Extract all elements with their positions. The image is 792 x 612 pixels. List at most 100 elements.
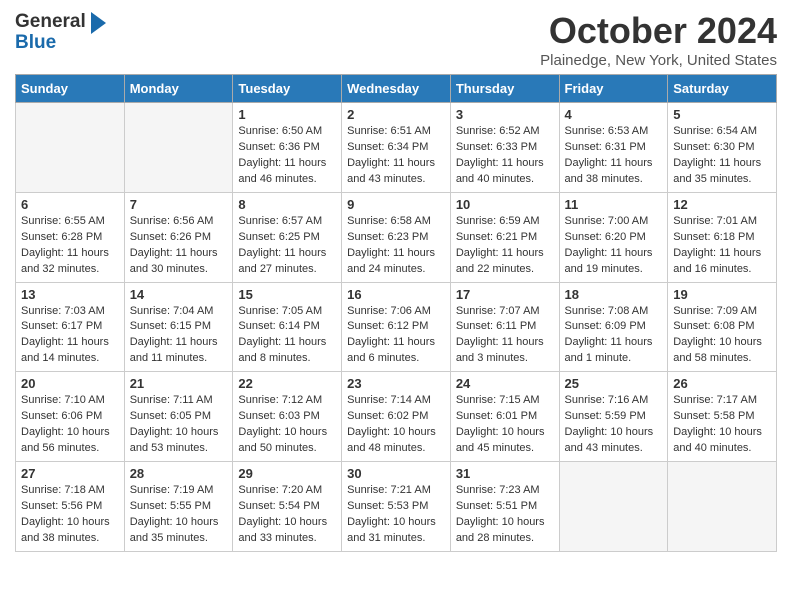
sunset-text: Sunset: 5:56 PM [21, 500, 102, 512]
col-thursday: Thursday [450, 75, 559, 103]
calendar-week-4: 27Sunrise: 7:18 AMSunset: 5:56 PMDayligh… [16, 462, 777, 552]
daylight-text: Daylight: 10 hours and 33 minutes. [238, 516, 327, 544]
day-number: 22 [238, 376, 336, 391]
calendar-cell: 21Sunrise: 7:11 AMSunset: 6:05 PMDayligh… [124, 372, 233, 462]
calendar-cell: 4Sunrise: 6:53 AMSunset: 6:31 PMDaylight… [559, 103, 668, 193]
calendar-week-3: 20Sunrise: 7:10 AMSunset: 6:06 PMDayligh… [16, 372, 777, 462]
calendar-week-0: 1 Sunrise: 6:50 AMSunset: 6:36 PMDaylight… [16, 103, 777, 193]
sunrise-text: Sunrise: 7:06 AM [347, 305, 431, 317]
sunrise-text: Sunrise: 6:56 AM [130, 215, 214, 227]
daylight-text: Daylight: 10 hours and 31 minutes. [347, 516, 436, 544]
daylight-text: Daylight: 11 hours and 14 minutes. [21, 336, 109, 364]
calendar-cell: 2Sunrise: 6:51 AMSunset: 6:34 PMDaylight… [342, 103, 451, 193]
sunrise-text: Sunrise: 7:18 AM [21, 484, 105, 496]
day-info: Sunrise: 7:11 AMSunset: 6:05 PMDaylight:… [130, 393, 228, 457]
page-container: General Blue October 2024 Plainedge, New… [0, 0, 792, 567]
sunrise-text: Sunrise: 7:07 AM [456, 305, 540, 317]
sunrise-text: Sunrise: 7:05 AM [238, 305, 322, 317]
daylight-text: Daylight: 11 hours and 8 minutes. [238, 336, 326, 364]
day-number: 10 [456, 197, 554, 212]
col-monday: Monday [124, 75, 233, 103]
col-sunday: Sunday [16, 75, 125, 103]
day-number: 1 [238, 107, 336, 122]
calendar-cell [124, 103, 233, 193]
sunrise-text: Sunrise: 6:55 AM [21, 215, 105, 227]
sunset-text: Sunset: 6:02 PM [347, 410, 428, 422]
sunset-text: Sunset: 6:28 PM [21, 231, 102, 243]
sunrise-text: Sunrise: 6:53 AM [565, 125, 649, 137]
day-number: 18 [565, 287, 663, 302]
day-info: Sunrise: 6:58 AMSunset: 6:23 PMDaylight:… [347, 214, 445, 278]
day-info: Sunrise: 6:51 AMSunset: 6:34 PMDaylight:… [347, 124, 445, 188]
sunset-text: Sunset: 5:55 PM [130, 500, 211, 512]
sunset-text: Sunset: 6:26 PM [130, 231, 211, 243]
day-number: 21 [130, 376, 228, 391]
sunset-text: Sunset: 5:53 PM [347, 500, 428, 512]
sunrise-text: Sunrise: 7:21 AM [347, 484, 431, 496]
daylight-text: Daylight: 10 hours and 28 minutes. [456, 516, 545, 544]
day-number: 13 [21, 287, 119, 302]
sunset-text: Sunset: 5:59 PM [565, 410, 646, 422]
sunrise-text: Sunrise: 7:12 AM [238, 394, 322, 406]
sunrise-text: Sunrise: 7:09 AM [673, 305, 757, 317]
col-tuesday: Tuesday [233, 75, 342, 103]
sunset-text: Sunset: 6:12 PM [347, 320, 428, 332]
month-title: October 2024 [540, 10, 777, 52]
sunrise-text: Sunrise: 7:00 AM [565, 215, 649, 227]
sunrise-text: Sunrise: 7:15 AM [456, 394, 540, 406]
calendar-cell: 1 Sunrise: 6:50 AMSunset: 6:36 PMDaylight… [233, 103, 342, 193]
daylight-text: Daylight: 11 hours and 32 minutes. [21, 247, 109, 275]
sunset-text: Sunset: 6:23 PM [347, 231, 428, 243]
calendar-cell: 15Sunrise: 7:05 AMSunset: 6:14 PMDayligh… [233, 282, 342, 372]
day-info: Sunrise: 6:50 AMSunset: 6:36 PMDaylight:… [238, 124, 336, 188]
logo-line2: Blue [15, 32, 106, 55]
sunrise-text: Sunrise: 7:08 AM [565, 305, 649, 317]
sunset-text: Sunset: 5:58 PM [673, 410, 754, 422]
day-info: Sunrise: 6:59 AMSunset: 6:21 PMDaylight:… [456, 214, 554, 278]
sunset-text: Sunset: 6:14 PM [238, 320, 319, 332]
sunset-text: Sunset: 6:17 PM [21, 320, 102, 332]
logo-text-block: General Blue [15, 10, 106, 55]
sunrise-text: Sunrise: 7:11 AM [130, 394, 213, 406]
day-info: Sunrise: 7:23 AMSunset: 5:51 PMDaylight:… [456, 483, 554, 547]
day-info: Sunrise: 7:15 AMSunset: 6:01 PMDaylight:… [456, 393, 554, 457]
sunrise-text: Sunrise: 7:17 AM [673, 394, 757, 406]
calendar-cell: 31Sunrise: 7:23 AMSunset: 5:51 PMDayligh… [450, 462, 559, 552]
sunrise-text: Sunrise: 7:03 AM [21, 305, 105, 317]
daylight-text: Daylight: 10 hours and 38 minutes. [21, 516, 110, 544]
daylight-text: Daylight: 11 hours and 27 minutes. [238, 247, 326, 275]
day-info: Sunrise: 7:19 AMSunset: 5:55 PMDaylight:… [130, 483, 228, 547]
day-info: Sunrise: 7:10 AMSunset: 6:06 PMDaylight:… [21, 393, 119, 457]
col-saturday: Saturday [668, 75, 777, 103]
calendar-week-2: 13 Sunrise: 7:03 AM Sunset: 6:17 PM Dayligh… [16, 282, 777, 372]
calendar-table: Sunday Monday Tuesday Wednesday Thursday… [15, 74, 777, 552]
day-number: 6 [21, 197, 119, 212]
day-info: Sunrise: 6:55 AM Sunset: 6:28 PM Daylight:… [21, 214, 119, 278]
sunset-text: Sunset: 6:30 PM [673, 141, 754, 153]
sunset-text: Sunset: 6:05 PM [130, 410, 211, 422]
day-info: Sunrise: 7:21 AM Sunset: 5:53 PM Daylight:… [347, 483, 445, 547]
daylight-text: Daylight: 11 hours and 16 minutes. [673, 247, 761, 275]
sunset-text: Sunset: 6:18 PM [673, 231, 754, 243]
day-info: Sunrise: 7:14 AMSunset: 6:02 PMDaylight:… [347, 393, 445, 457]
day-number: 23 [347, 376, 445, 391]
daylight-text: Daylight: 11 hours and 40 minutes. [456, 157, 544, 185]
sunrise-text: Sunrise: 7:04 AM [130, 305, 214, 317]
day-info: Sunrise: 7:20 AMSunset: 5:54 PMDaylight:… [238, 483, 336, 547]
sunrise-text: Sunrise: 6:57 AM [238, 215, 322, 227]
sunrise-text: Sunrise: 6:59 AM [456, 215, 540, 227]
calendar-cell: 7Sunrise: 6:56 AMSunset: 6:26 PMDaylight… [124, 192, 233, 282]
sunset-text: Sunset: 6:15 PM [130, 320, 211, 332]
sunset-text: Sunset: 6:31 PM [565, 141, 646, 153]
day-number: 12 [673, 197, 771, 212]
logo-arrow-icon [91, 12, 106, 34]
sunset-text: Sunset: 6:11 PM [456, 320, 537, 332]
day-number: 8 [238, 197, 336, 212]
calendar-cell: 23 Sunrise: 7:14 AMSunset: 6:02 PMDayligh… [342, 372, 451, 462]
calendar-cell: 11Sunrise: 7:00 AMSunset: 6:20 PMDayligh… [559, 192, 668, 282]
day-number: 3 [456, 107, 554, 122]
day-number: 9 [347, 197, 445, 212]
calendar-cell: 30Sunrise: 7:21 AMSunset: 5:53 PMDayligh… [342, 462, 451, 552]
calendar-cell: 9 Sunrise: 6:58 AMSunset: 6:23 PMDaylight… [342, 192, 451, 282]
sunset-text: Sunset: 5:51 PM [456, 500, 537, 512]
